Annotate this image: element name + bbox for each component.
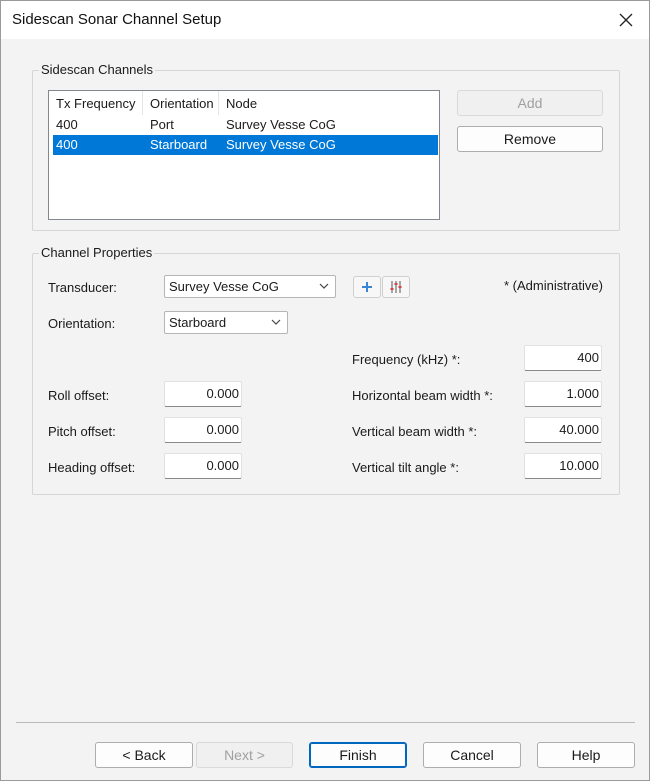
pitch-offset-field[interactable]: 0.000 — [164, 417, 242, 443]
sidescan-channels-title: Sidescan Channels — [39, 62, 156, 77]
orientation-dropdown[interactable]: Starboard — [164, 311, 288, 334]
window-title: Sidescan Sonar Channel Setup — [12, 11, 222, 28]
cell-tx-frequency: 400 — [56, 117, 78, 132]
orientation-label: Orientation: — [48, 316, 116, 331]
orientation-value: Starboard — [169, 315, 227, 330]
horizontal-beam-width-field[interactable]: 1.000 — [524, 381, 602, 407]
column-header-node[interactable]: Node — [219, 91, 439, 115]
column-header-tx-frequency[interactable]: Tx Frequency — [49, 91, 143, 115]
table-row[interactable]: 400 Port Survey Vesse CoG — [53, 115, 438, 135]
help-button[interactable]: Help — [537, 742, 635, 768]
cell-node: Survey Vesse CoG — [226, 137, 336, 152]
add-transducer-button[interactable] — [353, 276, 381, 298]
column-header-orientation[interactable]: Orientation — [143, 91, 219, 115]
table-row-selected[interactable]: 400 Starboard Survey Vesse CoG — [53, 135, 438, 155]
list-header: Tx Frequency Orientation Node — [49, 91, 439, 115]
back-button[interactable]: < Back — [95, 742, 193, 768]
add-button[interactable]: Add — [457, 90, 603, 116]
roll-offset-label: Roll offset: — [48, 388, 110, 403]
frequency-label: Frequency (kHz) *: — [352, 352, 461, 367]
close-button[interactable] — [603, 1, 649, 39]
sliders-icon — [390, 281, 402, 293]
administrative-note: * (Administrative) — [504, 278, 603, 293]
chevron-down-icon — [271, 319, 281, 325]
cell-orientation: Starboard — [150, 137, 208, 152]
plus-icon — [362, 282, 372, 292]
pitch-offset-label: Pitch offset: — [48, 424, 116, 439]
horizontal-beam-width-label: Horizontal beam width *: — [352, 388, 493, 403]
title-bar: Sidescan Sonar Channel Setup — [1, 1, 649, 39]
transducer-label: Transducer: — [48, 280, 117, 295]
chevron-down-icon — [319, 283, 329, 289]
cell-node: Survey Vesse CoG — [226, 117, 336, 132]
cell-tx-frequency: 400 — [56, 137, 78, 152]
channels-list[interactable]: Tx Frequency Orientation Node 400 Port S… — [48, 90, 440, 220]
vertical-tilt-angle-label: Vertical tilt angle *: — [352, 460, 459, 475]
cancel-button[interactable]: Cancel — [423, 742, 521, 768]
close-icon — [619, 13, 633, 27]
remove-button[interactable]: Remove — [457, 126, 603, 152]
transducer-settings-button[interactable] — [382, 276, 410, 298]
vertical-beam-width-label: Vertical beam width *: — [352, 424, 478, 439]
finish-button[interactable]: Finish — [309, 742, 407, 768]
channel-properties-title: Channel Properties — [39, 245, 155, 260]
dialog-window: Sidescan Sonar Channel Setup Sidescan Ch… — [0, 0, 650, 781]
transducer-dropdown[interactable]: Survey Vesse CoG — [164, 275, 336, 298]
heading-offset-label: Heading offset: — [48, 460, 136, 475]
frequency-field[interactable]: 400 — [524, 345, 602, 371]
transducer-value: Survey Vesse CoG — [169, 279, 279, 294]
vertical-beam-width-field[interactable]: 40.000 — [524, 417, 602, 443]
roll-offset-field[interactable]: 0.000 — [164, 381, 242, 407]
footer-divider — [16, 722, 635, 723]
vertical-tilt-angle-field[interactable]: 10.000 — [524, 453, 602, 479]
heading-offset-field[interactable]: 0.000 — [164, 453, 242, 479]
next-button[interactable]: Next > — [196, 742, 293, 768]
cell-orientation: Port — [150, 117, 174, 132]
